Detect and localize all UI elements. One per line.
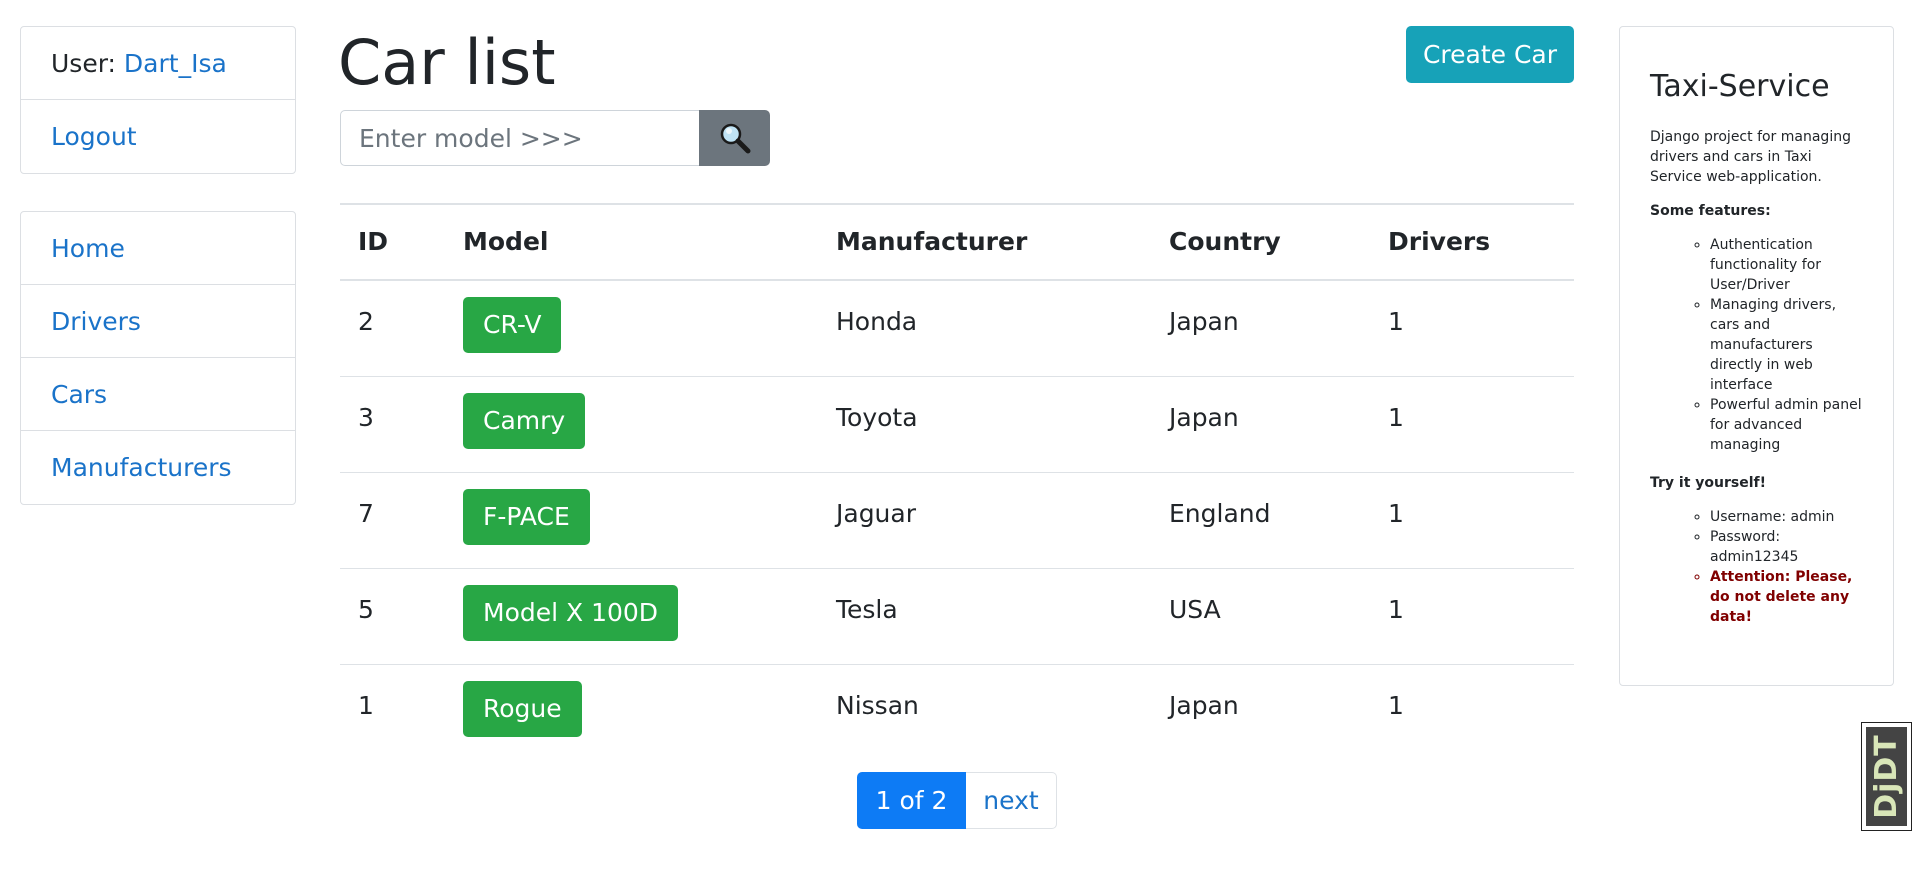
nav-item-drivers: Drivers [21, 285, 295, 358]
header-id: ID [358, 227, 389, 256]
list-item: Powerful admin panel for advanced managi… [1710, 395, 1863, 455]
cell-drivers: 1 [1388, 403, 1404, 432]
list-item: Managing drivers, cars and manufacturers… [1710, 295, 1863, 395]
nav-item-home: Home [21, 212, 295, 285]
model-button[interactable]: CR-V [463, 297, 562, 353]
cell-id: 3 [358, 403, 374, 432]
cell-country: USA [1169, 595, 1221, 624]
info-description: Django project for managing drivers and … [1650, 129, 1851, 185]
nav-item-manufacturers: Manufacturers [21, 431, 295, 504]
attention-note: Attention: Please, do not delete any dat… [1710, 567, 1863, 627]
magnifier-icon [720, 123, 750, 154]
table-row: 7 F-PACE Jaguar England 1 [340, 473, 1574, 569]
model-button[interactable]: F-PACE [463, 489, 590, 545]
cell-id: 2 [358, 307, 374, 336]
model-button[interactable]: Rogue [463, 681, 582, 737]
create-car-button[interactable]: Create Car [1406, 26, 1574, 83]
pagination: 1 of 2 next [857, 772, 1057, 829]
debug-toolbar-handle-inner: DjDT [1866, 727, 1907, 826]
nav-item-cars: Cars [21, 358, 295, 431]
cell-id: 7 [358, 499, 374, 528]
debug-toolbar-label: DjDT [1869, 734, 1904, 819]
user-item: User: Dart_Isa [21, 27, 295, 100]
nav-link-cars[interactable]: Cars [51, 380, 107, 409]
nav-link-home[interactable]: Home [51, 234, 125, 263]
search-input[interactable] [340, 110, 700, 166]
cell-manufacturer: Toyota [836, 403, 918, 432]
list-item: Authentication functionality for User/Dr… [1710, 235, 1863, 295]
table-header-row: ID Model Manufacturer Country Drivers [340, 205, 1574, 281]
cell-country: England [1169, 499, 1271, 528]
cell-manufacturer: Jaguar [836, 499, 917, 528]
list-item: Username: admin [1710, 507, 1863, 527]
search-button[interactable] [699, 110, 770, 166]
cell-manufacturer: Tesla [836, 595, 898, 624]
nav-link-manufacturers[interactable]: Manufacturers [51, 453, 232, 482]
header-drivers: Drivers [1388, 227, 1491, 256]
info-title: Taxi-Service [1650, 69, 1830, 104]
table-row: 1 Rogue Nissan Japan 1 [340, 665, 1574, 760]
cell-country: Japan [1169, 307, 1239, 336]
user-label: User: [51, 48, 116, 78]
credentials-list: Username: admin Password: admin12345 Att… [1650, 507, 1863, 627]
cell-id: 1 [358, 691, 374, 720]
debug-toolbar-handle[interactable]: DjDT [1861, 722, 1912, 831]
logout-item: Logout [21, 100, 295, 173]
page-indicator: 1 of 2 [857, 772, 966, 829]
features-list: Authentication functionality for User/Dr… [1650, 235, 1863, 455]
model-button[interactable]: Camry [463, 393, 586, 449]
logout-link[interactable]: Logout [51, 122, 137, 151]
model-button[interactable]: Model X 100D [463, 585, 679, 641]
cell-country: Japan [1169, 403, 1239, 432]
table-row: 5 Model X 100D Tesla USA 1 [340, 569, 1574, 665]
username-link[interactable]: Dart_Isa [124, 49, 227, 78]
cell-country: Japan [1169, 691, 1239, 720]
header-manufacturer: Manufacturer [836, 227, 1028, 256]
table-row: 2 CR-V Honda Japan 1 [340, 281, 1574, 377]
cell-drivers: 1 [1388, 595, 1404, 624]
cell-drivers: 1 [1388, 307, 1404, 336]
next-page-link[interactable]: next [966, 772, 1057, 829]
cars-table: ID Model Manufacturer Country Drivers 2 … [340, 203, 1574, 760]
try-heading: Try it yourself! [1650, 475, 1766, 491]
header-model: Model [463, 227, 549, 256]
cell-id: 5 [358, 595, 374, 624]
nav-panel: Home Drivers Cars Manufacturers [20, 211, 296, 505]
cell-drivers: 1 [1388, 499, 1404, 528]
user-panel: User: Dart_Isa Logout [20, 26, 296, 174]
header-country: Country [1169, 227, 1281, 256]
info-card: Taxi-Service Django project for managing… [1619, 26, 1894, 686]
list-item: Password: admin12345 [1710, 527, 1863, 567]
features-heading: Some features: [1650, 203, 1771, 219]
cell-manufacturer: Honda [836, 307, 918, 336]
nav-link-drivers[interactable]: Drivers [51, 307, 141, 336]
cell-manufacturer: Nissan [836, 691, 919, 720]
table-row: 3 Camry Toyota Japan 1 [340, 377, 1574, 473]
cell-drivers: 1 [1388, 691, 1404, 720]
page-title: Car list [338, 26, 556, 99]
